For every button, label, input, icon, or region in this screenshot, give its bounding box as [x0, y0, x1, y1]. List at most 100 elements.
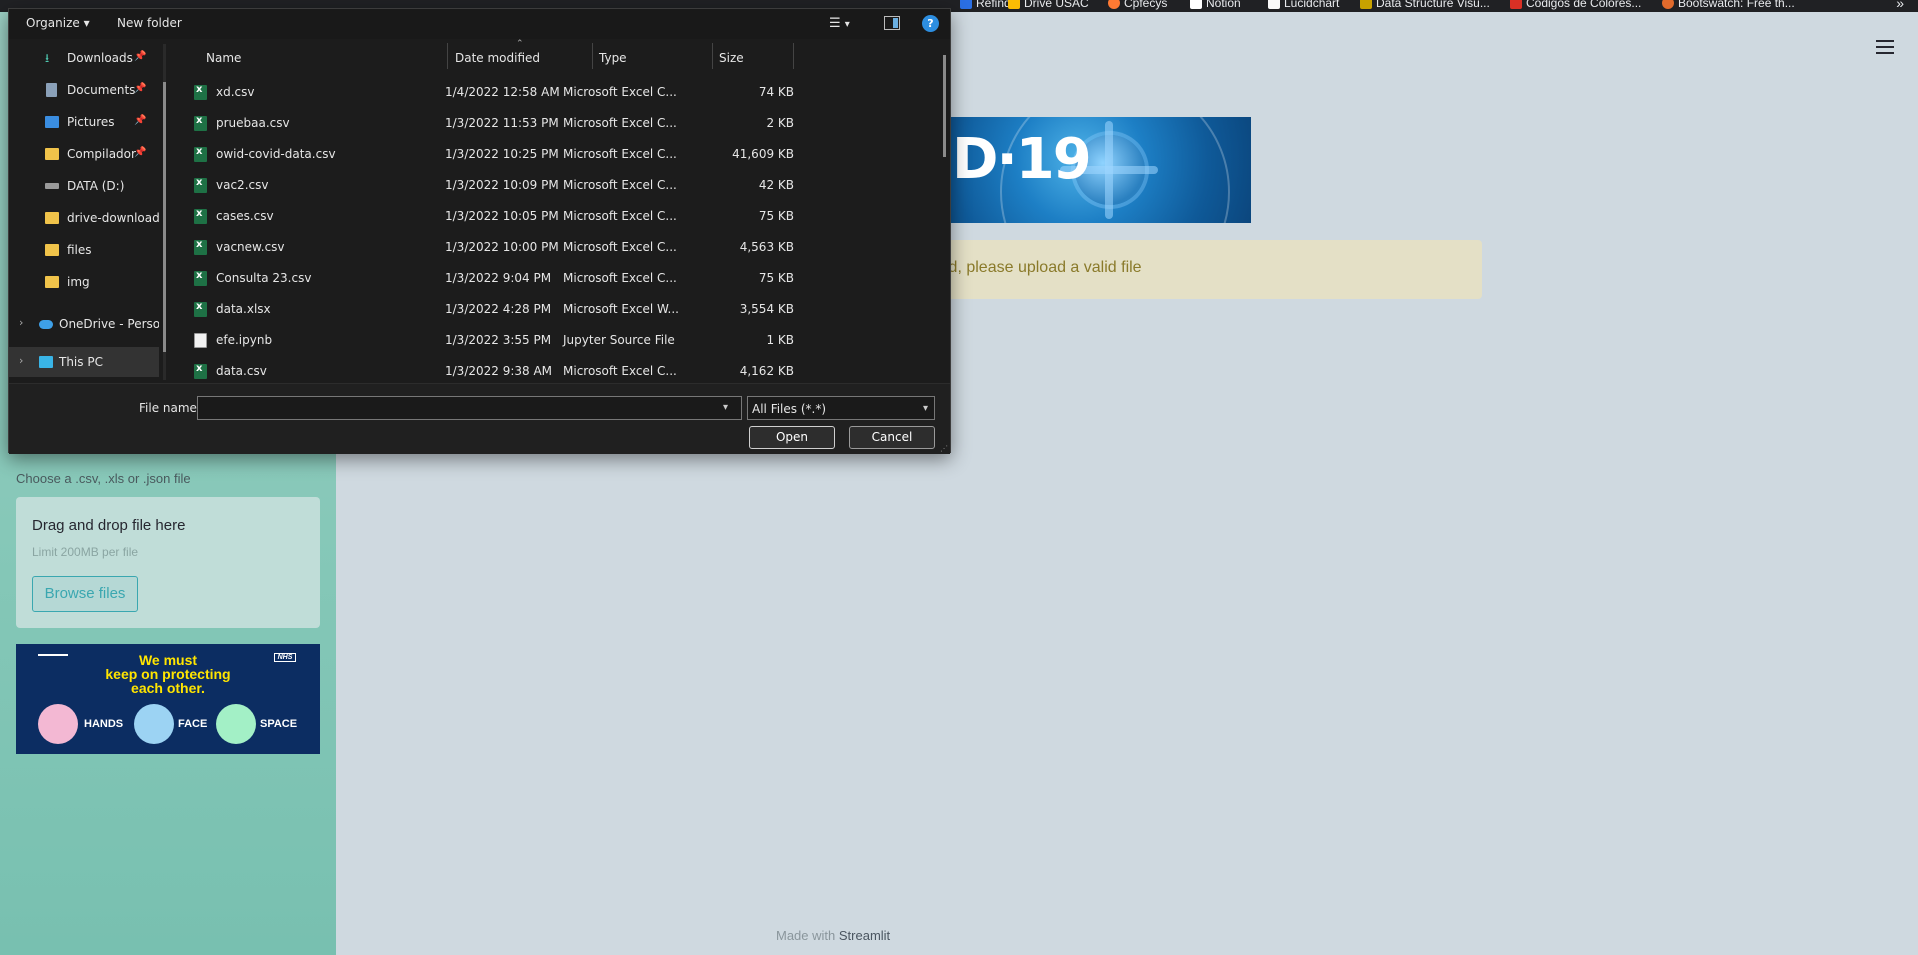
- column-divider[interactable]: [793, 43, 794, 69]
- navigation-pane: ⭳ Downloads 📌 Documents 📌 Pictures 📌 Com…: [9, 43, 169, 383]
- bookmark-data-structure[interactable]: Data Structure Visu...: [1360, 0, 1490, 10]
- bookmark-cpfecys[interactable]: Cpfecys: [1108, 0, 1167, 10]
- nav-item-downloads[interactable]: ⭳ Downloads 📌: [9, 43, 159, 73]
- bootswatch-icon: [1662, 0, 1674, 9]
- organize-button[interactable]: Organize ▾: [26, 16, 90, 30]
- downloads-icon: ⭳: [45, 51, 50, 65]
- excel-file-icon: [194, 239, 207, 255]
- file-name-label: File name:: [139, 401, 201, 415]
- upload-label: Choose a .csv, .xls or .json file: [16, 471, 191, 486]
- nav-item-data-drive[interactable]: DATA (D:): [9, 171, 159, 201]
- cancel-button[interactable]: Cancel: [849, 426, 935, 449]
- dialog-bottom-bar: File name: ▾ All Files (*.*) ▾ Open Canc…: [9, 383, 950, 454]
- column-header-name[interactable]: Name: [206, 43, 241, 69]
- pin-icon: 📌: [134, 83, 147, 94]
- hands-icon: [38, 704, 78, 744]
- pin-icon: 📌: [134, 115, 147, 126]
- excel-file-icon: [194, 363, 207, 379]
- chevron-down-icon[interactable]: ▾: [723, 402, 728, 413]
- footer: Made with Streamlit: [776, 928, 890, 943]
- chevron-right-icon: ›: [19, 354, 24, 367]
- excel-file-icon: [194, 208, 207, 224]
- file-type-select[interactable]: All Files (*.*) ▾: [747, 396, 935, 420]
- column-header-date[interactable]: Date modified: [455, 43, 540, 69]
- this-pc-icon: [39, 356, 53, 368]
- pictures-icon: [45, 116, 59, 128]
- nav-item-files[interactable]: files: [9, 235, 159, 265]
- bookmark-lucidchart[interactable]: Lucidchart: [1268, 0, 1339, 10]
- excel-file-icon: [194, 177, 207, 193]
- file-row[interactable]: cases.csv1/3/2022 10:05 PMMicrosoft Exce…: [182, 201, 794, 232]
- drive-icon: [45, 183, 59, 189]
- chevron-down-icon: ▾: [922, 403, 928, 414]
- dropzone-title: Drag and drop file here: [32, 517, 186, 534]
- nav-item-compilador[interactable]: Compilador 📌: [9, 139, 159, 169]
- column-header-size[interactable]: Size: [719, 43, 744, 69]
- covid-banner-image: D·19: [940, 117, 1251, 223]
- excel-file-icon: [194, 301, 207, 317]
- excel-file-icon: [194, 84, 207, 100]
- folder-icon: [45, 276, 59, 288]
- bookmark-codigos[interactable]: Códigos de Colores...: [1510, 0, 1641, 10]
- space-icon: [216, 704, 256, 744]
- hamburger-menu-icon[interactable]: [1876, 40, 1894, 56]
- bookmark-refind[interactable]: Refind: [960, 0, 1011, 10]
- file-open-dialog: Organize ▾ New folder ☰ ▾ ? ⭳ Downloads …: [8, 8, 952, 454]
- nav-item-documents[interactable]: Documents 📌: [9, 75, 159, 105]
- warning-alert: id, please upload a valid file: [940, 240, 1482, 299]
- new-folder-button[interactable]: New folder: [117, 16, 182, 30]
- column-divider[interactable]: [712, 43, 713, 69]
- nav-item-img[interactable]: img: [9, 267, 159, 297]
- file-icon: [194, 333, 207, 348]
- nhs-poster-image: NHS We must keep on protecting each othe…: [16, 644, 320, 754]
- drive-icon: [1008, 0, 1020, 9]
- bookmark-bootswatch[interactable]: Bootswatch: Free th...: [1662, 0, 1795, 10]
- nhs-face-caption: FACE: [178, 718, 208, 730]
- bookmark-notion[interactable]: Notion: [1190, 0, 1241, 10]
- folder-icon: [45, 212, 59, 224]
- file-row[interactable]: data.csv1/3/2022 9:38 AMMicrosoft Excel …: [182, 356, 794, 383]
- preview-pane-icon[interactable]: [884, 16, 900, 30]
- open-button[interactable]: Open: [749, 426, 835, 449]
- view-options-button[interactable]: ☰ ▾: [829, 16, 859, 32]
- excel-file-icon: [194, 270, 207, 286]
- file-row[interactable]: xd.csv1/4/2022 12:58 AMMicrosoft Excel C…: [182, 77, 794, 108]
- nav-item-this-pc[interactable]: › This PC: [9, 347, 159, 377]
- onedrive-icon: [39, 320, 53, 329]
- file-row[interactable]: data.xlsx1/3/2022 4:28 PMMicrosoft Excel…: [182, 294, 794, 325]
- file-list: Name ⌃ Date modified Type Size xd.csv1/4…: [174, 39, 952, 383]
- chevron-down-icon: ▾: [844, 19, 850, 30]
- file-row[interactable]: vac2.csv1/3/2022 10:09 PMMicrosoft Excel…: [182, 170, 794, 201]
- cpfecys-icon: [1108, 0, 1120, 9]
- bookmarks-overflow-icon[interactable]: »: [1896, 0, 1904, 11]
- face-mask-icon: [134, 704, 174, 744]
- file-dropzone[interactable]: Drag and drop file here Limit 200MB per …: [16, 497, 320, 628]
- footer-streamlit-link[interactable]: Streamlit: [839, 928, 890, 943]
- browse-files-button[interactable]: Browse files: [32, 576, 138, 612]
- nav-scrollbar[interactable]: [163, 44, 166, 380]
- dialog-toolbar: Organize ▾ New folder ☰ ▾ ?: [9, 9, 950, 39]
- alert-text: id, please upload a valid file: [945, 259, 1142, 276]
- footer-prefix: Made with: [776, 928, 836, 943]
- file-row[interactable]: owid-covid-data.csv1/3/2022 10:25 PMMicr…: [182, 139, 794, 170]
- nav-item-drive-download[interactable]: drive-download: [9, 203, 159, 233]
- file-row[interactable]: pruebaa.csv1/3/2022 11:53 PMMicrosoft Ex…: [182, 108, 794, 139]
- nhs-line-3: each other.: [131, 680, 205, 696]
- nav-item-pictures[interactable]: Pictures 📌: [9, 107, 159, 137]
- column-header-type[interactable]: Type: [599, 43, 627, 69]
- file-row[interactable]: efe.ipynb 1/3/2022 3:55 PM Jupyter Source …: [182, 325, 794, 356]
- resize-grip-icon[interactable]: ⋰: [940, 444, 948, 453]
- nav-item-onedrive[interactable]: › OneDrive - Perso: [9, 309, 159, 339]
- excel-file-icon: [194, 115, 207, 131]
- help-icon[interactable]: ?: [922, 15, 939, 32]
- file-name-input[interactable]: [197, 396, 742, 420]
- column-divider[interactable]: [447, 43, 448, 69]
- column-divider[interactable]: [592, 43, 593, 69]
- codigos-icon: [1510, 0, 1522, 9]
- file-row[interactable]: Consulta 23.csv1/3/2022 9:04 PMMicrosoft…: [182, 263, 794, 294]
- notion-icon: [1190, 0, 1202, 9]
- file-list-scrollbar[interactable]: [943, 55, 946, 157]
- chevron-right-icon: ›: [19, 316, 24, 329]
- file-row[interactable]: vacnew.csv1/3/2022 10:00 PMMicrosoft Exc…: [182, 232, 794, 263]
- bookmark-drive-usac[interactable]: Drive USAC: [1008, 0, 1089, 10]
